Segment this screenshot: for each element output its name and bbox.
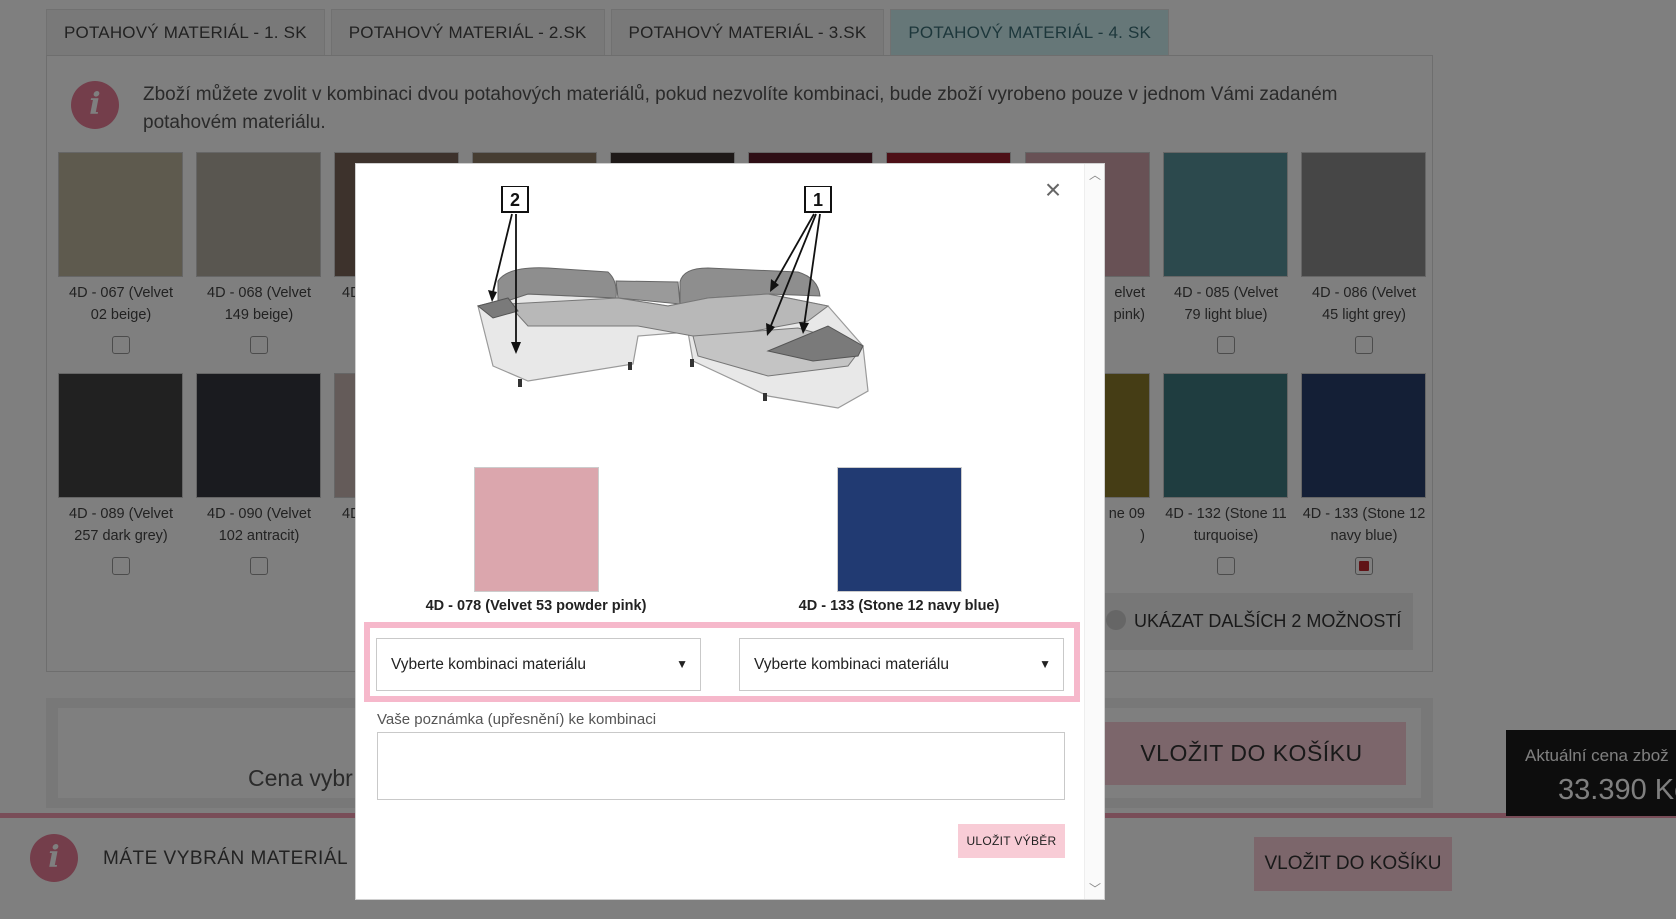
diagram-label-2: 2 (510, 190, 520, 210)
chosen-material-1: 4D - 078 (Velvet 53 powder pink) (386, 467, 686, 614)
chevron-up-icon[interactable]: ︿ (1085, 166, 1105, 183)
chevron-down-icon[interactable]: ﹀ (1085, 880, 1105, 897)
chosen-material-swatch (836, 467, 962, 592)
chosen-material-swatch (473, 467, 599, 592)
sofa-diagram: 2 1 (476, 186, 869, 409)
triangle-down-icon: ▼ (676, 657, 688, 671)
diagram-label-1: 1 (813, 190, 823, 210)
combination-select-right[interactable]: Vyberte kombinaci materiálu ▼ (739, 638, 1064, 691)
select-value: Vyberte kombinaci materiálu (391, 656, 586, 673)
chosen-material-caption: 4D - 078 (Velvet 53 powder pink) (425, 598, 647, 614)
select-value: Vyberte kombinaci materiálu (754, 656, 949, 673)
combination-select-left[interactable]: Vyberte kombinaci materiálu ▼ (376, 638, 701, 691)
modal-scrollbar[interactable]: ︿ ﹀ (1084, 164, 1104, 899)
sofa-leg (628, 362, 632, 370)
note-textarea[interactable] (377, 732, 1065, 800)
arrow-head-icon (488, 290, 497, 302)
save-selection-button[interactable]: ULOŽIT VÝBĚR (958, 824, 1065, 858)
sofa-leg (763, 393, 767, 401)
triangle-down-icon: ▼ (1039, 657, 1051, 671)
close-icon[interactable]: × (1039, 176, 1067, 204)
sofa-leg (690, 359, 694, 367)
note-label: Vaše poznámka (upřesnění) ke kombinaci (377, 711, 657, 728)
sofa-leg (518, 379, 522, 387)
combination-select-group: Vyberte kombinaci materiálu ▼ Vyberte ko… (364, 622, 1080, 702)
chosen-material-2: 4D - 133 (Stone 12 navy blue) (749, 467, 1049, 614)
chosen-material-caption: 4D - 133 (Stone 12 navy blue) (798, 598, 1000, 614)
material-combination-dialog: × 2 1 4D - 078 (Velvet 53 powder pink) 4… (355, 163, 1105, 900)
